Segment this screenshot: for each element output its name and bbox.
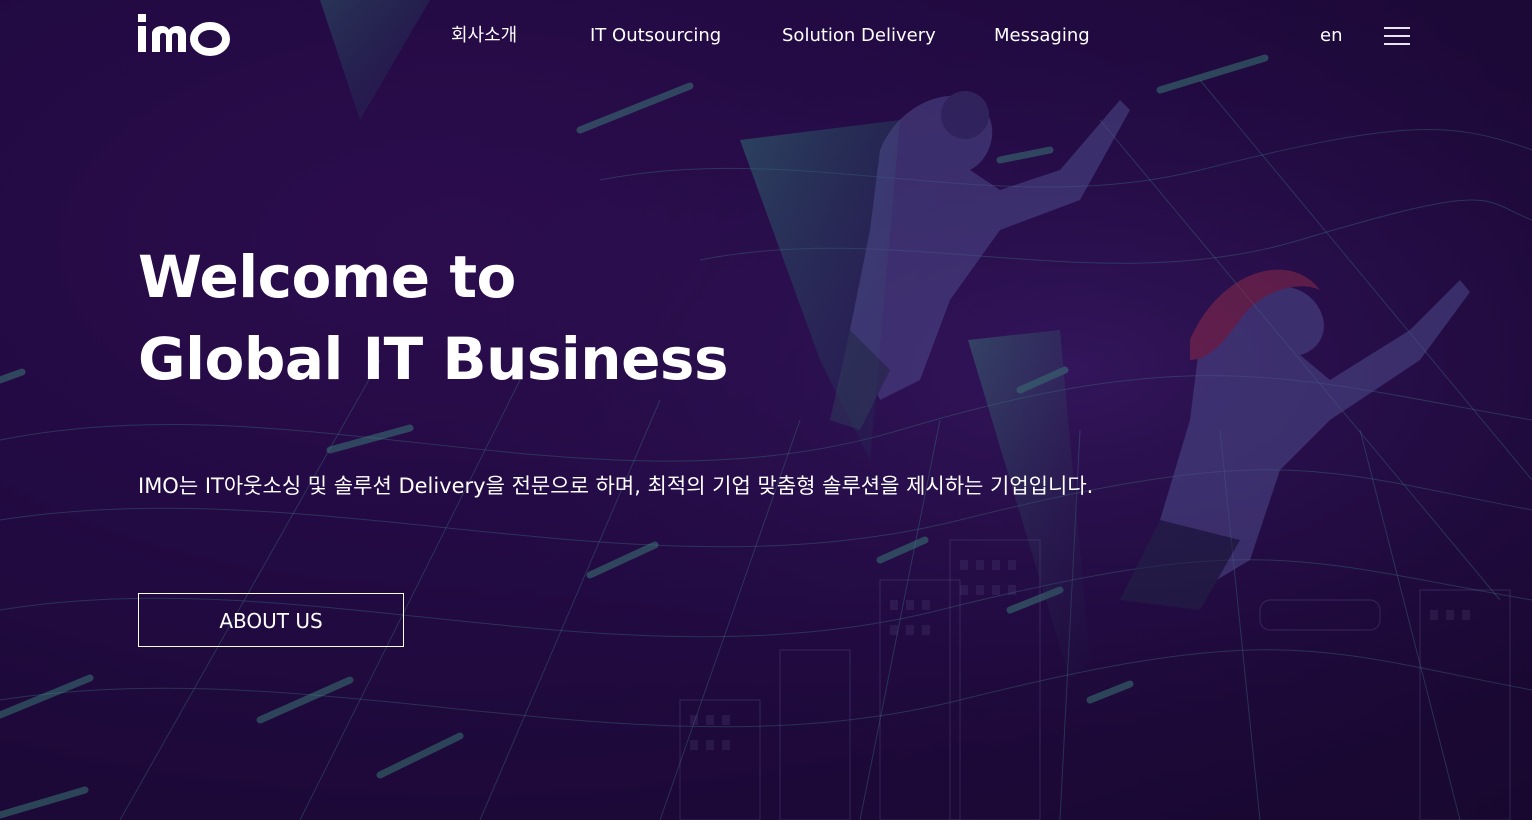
page: 회사소개 IT Outsourcing Solution Delivery Me…	[0, 0, 1532, 820]
main-nav: 회사소개 IT Outsourcing Solution Delivery Me…	[0, 22, 1532, 50]
hero-title-line1: Welcome to	[138, 243, 516, 311]
nav-item-messaging[interactable]: Messaging	[994, 22, 1090, 50]
site-header: 회사소개 IT Outsourcing Solution Delivery Me…	[0, 0, 1532, 72]
background-illustration	[0, 0, 1532, 820]
language-switch[interactable]: en	[1320, 22, 1342, 50]
nav-item-company[interactable]: 회사소개	[451, 22, 517, 50]
nav-item-solution-delivery[interactable]: Solution Delivery	[782, 22, 936, 50]
hero-title: Welcome to Global IT Business	[138, 236, 728, 400]
hamburger-menu-icon[interactable]	[1384, 24, 1410, 48]
about-us-button[interactable]: ABOUT US	[138, 593, 404, 647]
nav-item-it-outsourcing[interactable]: IT Outsourcing	[590, 22, 721, 50]
hero-description: IMO는 IT아웃소싱 및 솔루션 Delivery을 전문으로 하며, 최적의…	[138, 474, 1094, 498]
hero-title-line2: Global IT Business	[138, 325, 728, 393]
